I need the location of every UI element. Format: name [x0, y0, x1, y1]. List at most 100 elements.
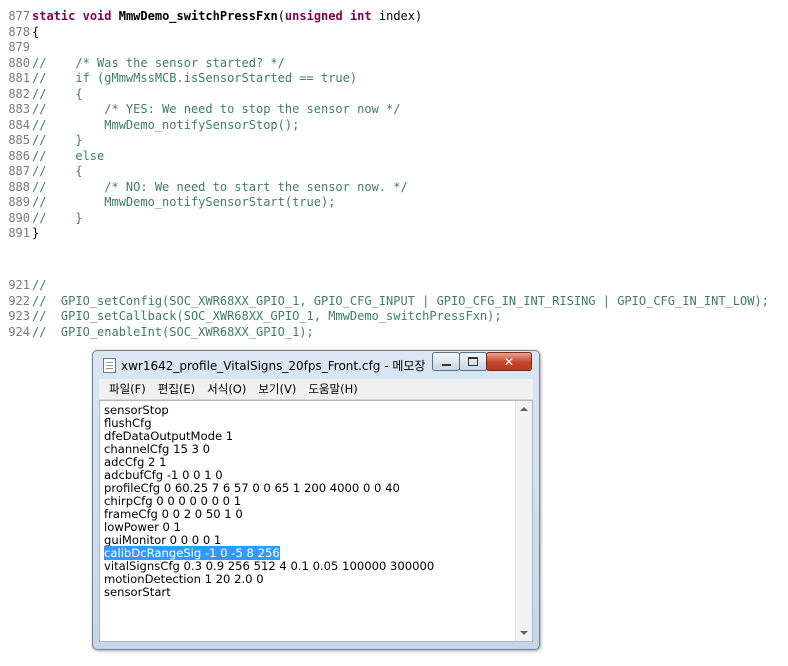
line-number: 923: [8, 309, 30, 323]
code-line: 882// {: [0, 87, 788, 103]
code-line: 879: [0, 40, 788, 56]
code-text: // GPIO_enableInt(SOC_XWR68XX_GPIO_1);: [32, 324, 314, 339]
code-line: 881// if (gMmwMssMCB.isSensorStarted == …: [0, 71, 788, 87]
code-line: 883// /* YES: We need to stop the sensor…: [0, 102, 788, 118]
text-line-content: adcCfg 2 1: [104, 455, 167, 469]
line-number: 879: [8, 40, 30, 54]
code-text: // }: [32, 133, 83, 147]
text-line: sensorStart: [104, 586, 434, 599]
text-line-content: calibDcRangeSig -1 0 -5 8 256: [104, 546, 280, 560]
line-number: 877: [8, 9, 30, 23]
code-line: 889// MmwDemo_notifySensorStart(true);: [0, 195, 788, 211]
scroll-down-icon[interactable]: [520, 631, 528, 635]
close-icon: ✕: [503, 354, 515, 369]
line-number: 887: [8, 164, 30, 178]
line-number: 885: [8, 133, 30, 147]
text-content[interactable]: sensorStop flushCfg dfeDataOutputMode 1 cha…: [104, 404, 434, 599]
code-line: 877 static void MmwDemo_switchPressFxn(un…: [0, 9, 788, 25]
code-text: // if (gMmwMssMCB.isSensorStarted == tru…: [32, 71, 358, 85]
code-text: // /* YES: We need to stop the sensor no…: [32, 102, 401, 116]
code-token: int: [349, 9, 372, 23]
code-text: // else: [32, 148, 105, 163]
line-number: 889: [8, 195, 30, 209]
code-text: // /* Was the sensor started? */: [32, 55, 285, 70]
text-line-content: adcbufCfg -1 0 0 1 0: [104, 468, 223, 482]
code-token: unsigned: [284, 9, 343, 23]
title-bar[interactable]: xwr1642_profile_VitalSigns_20fps_Front.c…: [93, 351, 539, 378]
line-number: 924: [8, 324, 30, 339]
menu-help[interactable]: 도움말(H): [302, 381, 363, 397]
text-line-content: flushCfg: [104, 416, 152, 430]
menu-bar: 파일(F) 편집(E) 서식(O) 보기(V) 도움말(H): [99, 379, 533, 400]
line-number: 884: [8, 117, 30, 132]
code-line: 891}: [0, 226, 788, 242]
code-line: 922// GPIO_setConfig(SOC_XWR68XX_GPIO_1,…: [0, 294, 788, 310]
line-number: 878: [8, 24, 30, 39]
code-line: 923// GPIO_setCallback(SOC_XWR68XX_GPIO_…: [0, 309, 788, 325]
minimize-button[interactable]: [432, 352, 460, 371]
vertical-scrollbar[interactable]: [515, 401, 532, 641]
text-line-content: guiMonitor 0 0 0 0 1: [104, 533, 222, 547]
minimize-icon: [441, 363, 451, 366]
code-text: // GPIO_setCallback(SOC_XWR68XX_GPIO_1, …: [32, 309, 502, 323]
code-token: index): [371, 9, 423, 23]
text-line-content: channelCfg 15 3 0: [104, 442, 210, 456]
code-line: 885// }: [0, 133, 788, 149]
notepad-icon: [103, 358, 116, 373]
code-text: // MmwDemo_notifySensorStart(true);: [32, 195, 336, 209]
line-number: 880: [8, 55, 30, 70]
text-line: sensorStop: [104, 404, 434, 417]
maximize-icon: [468, 357, 478, 366]
code-text: {: [32, 24, 40, 39]
code-line: 878{: [0, 25, 788, 41]
code-editor-lower[interactable]: 921//922// GPIO_setConfig(SOC_XWR68XX_GP…: [0, 278, 788, 340]
code-token: static: [32, 9, 76, 23]
line-number: 890: [8, 210, 30, 225]
text-line-content: motionDetection 1 20 2.0 0: [104, 572, 264, 586]
code-text: static void MmwDemo_switchPressFxn(unsig…: [32, 9, 422, 25]
menu-file[interactable]: 파일(F): [99, 381, 152, 397]
code-token: MmwDemo_switchPressFxn: [118, 9, 278, 23]
close-button[interactable]: ✕: [486, 352, 532, 371]
maximize-button[interactable]: [459, 352, 487, 371]
code-token: void: [82, 9, 112, 23]
line-number: 883: [8, 102, 30, 116]
text-line-content: vitalSignsCfg 0.3 0.9 256 512 4 0.1 0.05…: [104, 559, 435, 573]
code-line: 887// {: [0, 164, 788, 180]
code-token: (: [277, 9, 285, 23]
line-number: 886: [8, 148, 30, 163]
text-line-content: frameCfg 0 0 2 0 50 1 0: [104, 507, 243, 521]
text-line-content: profileCfg 0 60.25 7 6 57 0 0 65 1 200 4…: [104, 481, 400, 495]
menu-edit[interactable]: 편집(E): [152, 381, 201, 397]
code-line: 880// /* Was the sensor started? */: [0, 56, 788, 72]
code-text: // /* NO: We need to start the sensor no…: [32, 179, 408, 194]
menu-view[interactable]: 보기(V): [252, 381, 302, 397]
code-line: 886// else: [0, 149, 788, 165]
code-text: // {: [32, 164, 83, 178]
text-line-content: sensorStart: [104, 585, 171, 599]
code-text: // GPIO_setConfig(SOC_XWR68XX_GPIO_1, GP…: [32, 293, 769, 308]
notepad-window[interactable]: xwr1642_profile_VitalSigns_20fps_Front.c…: [92, 350, 540, 650]
menu-format[interactable]: 서식(O): [201, 381, 252, 397]
line-number: 881: [8, 71, 30, 85]
code-line: 921//: [0, 278, 788, 294]
code-editor[interactable]: 877 static void MmwDemo_switchPressFxn(un…: [0, 9, 788, 242]
code-line: 888// /* NO: We need to start the sensor…: [0, 180, 788, 196]
code-text: }: [32, 226, 40, 240]
code-line: 884// MmwDemo_notifySensorStop();: [0, 118, 788, 134]
text-area[interactable]: sensorStop flushCfg dfeDataOutputMode 1 cha…: [99, 400, 533, 642]
text-line-content: dfeDataOutputMode 1: [104, 429, 234, 443]
code-text: // MmwDemo_notifySensorStop();: [32, 117, 300, 132]
text-line-content: chirpCfg 0 0 0 0 0 0 0 1: [104, 494, 242, 508]
scroll-up-icon[interactable]: [520, 407, 528, 411]
text-line-content: lowPower 0 1: [104, 520, 181, 534]
line-number: 922: [8, 293, 30, 308]
line-number: 921: [8, 278, 30, 292]
code-text: // {: [32, 86, 83, 101]
code-line: 890// }: [0, 211, 788, 227]
window-title: xwr1642_profile_VitalSigns_20fps_Front.c…: [121, 359, 426, 373]
text-line-content: sensorStop: [104, 403, 169, 417]
